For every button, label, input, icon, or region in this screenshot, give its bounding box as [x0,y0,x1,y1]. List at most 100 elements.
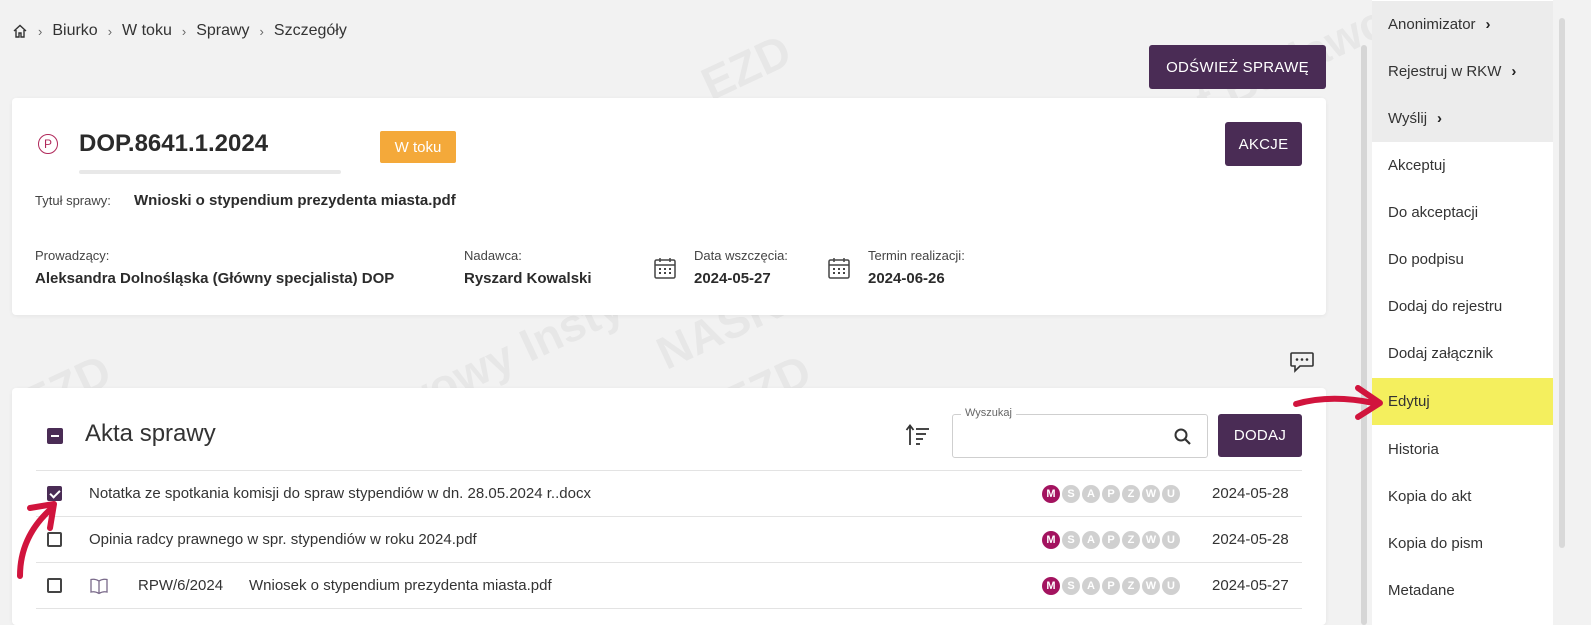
badge-w: W [1142,484,1160,503]
badge-s: S [1062,530,1080,549]
badge-a: A [1082,530,1100,549]
breadcrumb-item-w-toku[interactable]: W toku [122,22,172,40]
acts-title: Akta sprawy [85,420,216,447]
case-number-underline [79,170,341,174]
badge-w: W [1142,530,1160,549]
search-legend: Wyszukaj [961,407,1016,419]
search-input[interactable] [963,425,1163,449]
badge-p: P [1102,576,1120,595]
document-date: 2024-05-27 [1212,577,1289,594]
breadcrumb-item-sprawy[interactable]: Sprawy [196,22,249,40]
menu-item-do-akceptacji[interactable]: Do akceptacji [1372,189,1553,236]
table-row[interactable]: Opinia radcy prawnego w spr. stypendiów … [36,516,1302,562]
row-checkbox[interactable] [47,578,62,593]
menu-item-label: Anonimizator [1388,16,1476,33]
sender-label: Nadawca: [464,248,522,263]
start-date-value: 2024-05-27 [694,270,771,287]
menu-item-label: Rejestruj w RKW [1388,63,1502,80]
table-row[interactable]: RPW/6/2024 Wniosek o stypendium prezyden… [36,562,1302,608]
menu-item-label: Wyślij [1388,110,1428,127]
menu-item-dodaj-do-rejestru[interactable]: Dodaj do rejestru [1372,283,1553,330]
document-name[interactable]: Opinia radcy prawnego w spr. stypendiów … [89,531,477,548]
chevron-right-icon: › [1485,16,1491,33]
menu-item-label: Historia [1388,441,1439,458]
status-badge: W toku [380,131,456,163]
sort-icon[interactable] [905,422,931,448]
menu-item-historia[interactable]: Historia [1372,426,1553,473]
chevron-right-icon: › [1437,110,1443,127]
badge-a: A [1082,576,1100,595]
deadline-value: 2024-06-26 [868,270,945,287]
document-name[interactable]: Wniosek o stypendium prezydenta miasta.p… [249,577,552,594]
menu-item-label: Kopia do akt [1388,488,1472,505]
badge-u: U [1162,576,1180,595]
row-checkbox[interactable] [47,532,62,547]
search-icon[interactable] [1173,427,1193,447]
chevron-right-icon: › [259,23,264,39]
menu-item-label: Edytuj [1388,393,1430,410]
menu-item-anonimizator[interactable]: Anonimizator › [1372,1,1553,48]
badge-u: U [1162,530,1180,549]
collapse-toggle[interactable] [47,428,63,444]
menu-item-label: Dodaj załącznik [1388,345,1494,362]
document-name[interactable]: Notatka ze spotkania komisji do spraw st… [89,485,591,502]
menu-item-do-podpisu[interactable]: Do podpisu [1372,236,1553,283]
menu-item-metadane[interactable]: Metadane [1372,567,1553,614]
menu-item-edytuj[interactable]: Edytuj [1372,378,1553,425]
badge-s: S [1062,576,1080,595]
menu-scrollbar[interactable] [1559,18,1565,548]
document-status-badges: M S A P Z W U [1042,484,1180,503]
case-title-value: Wnioski o stypendium prezydenta miasta.p… [134,192,456,209]
deadline-label: Termin realizacji: [868,248,965,263]
calendar-icon [828,258,850,279]
refresh-case-button[interactable]: ODŚWIEŻ SPRAWĘ [1149,45,1326,89]
comment-icon[interactable] [1289,350,1315,374]
case-number: DOP.8641.1.2024 [79,130,269,157]
document-date: 2024-05-28 [1212,485,1289,502]
menu-item-label: Do podpisu [1388,251,1464,268]
badge-p: P [1102,484,1120,503]
badge-s: S [1062,484,1080,503]
start-date-label: Data wszczęcia: [694,248,788,263]
badge-z: Z [1122,576,1140,595]
document-reference: RPW/6/2024 [138,577,224,594]
badge-a: A [1082,484,1100,503]
menu-item-rejestruj-w-rkw[interactable]: Rejestruj w RKW › [1372,48,1553,95]
sender-value: Ryszard Kowalski [464,270,592,287]
menu-item-label: Kopia do pism [1388,535,1484,552]
breadcrumb: › Biurko › W toku › Sprawy › Szczegóły [12,20,347,42]
breadcrumb-item-biurko[interactable]: Biurko [52,22,97,40]
case-type-icon: P [38,134,58,154]
menu-item-wyslij[interactable]: Wyślij › [1372,95,1553,142]
row-checkbox[interactable] [47,486,62,501]
search-box: Wyszukaj [952,407,1208,458]
menu-item-label: Metadane [1388,582,1455,599]
menu-item-label: Dodaj do rejestru [1388,298,1503,315]
lead-value: Aleksandra Dolnośląska (Główny specjalis… [35,270,395,287]
menu-item-kopia-do-akt[interactable]: Kopia do akt [1372,473,1553,520]
badge-m: M [1042,530,1060,549]
document-status-badges: M S A P Z W U [1042,576,1180,595]
calendar-icon [654,258,676,279]
badge-z: Z [1122,530,1140,549]
badge-z: Z [1122,484,1140,503]
acts-card: Akta sprawy Wyszukaj DODAJ Notatka ze sp… [12,388,1326,625]
menu-item-dodaj-zalacznik[interactable]: Dodaj załącznik [1372,330,1553,377]
side-actions-menu: Anonimizator › Rejestruj w RKW › Wyślij … [1372,0,1553,625]
page-scrollbar[interactable] [1361,45,1367,625]
badge-m: M [1042,484,1060,503]
badge-p: P [1102,530,1120,549]
case-card: P DOP.8641.1.2024 W toku AKCJE Tytuł spr… [12,98,1326,315]
home-icon[interactable] [12,23,28,39]
actions-button[interactable]: AKCJE [1225,122,1302,166]
menu-item-label: Do akceptacji [1388,204,1479,221]
menu-item-akceptuj[interactable]: Akceptuj [1372,142,1553,189]
menu-item-kopia-do-pism[interactable]: Kopia do pism [1372,520,1553,567]
badge-m: M [1042,576,1060,595]
document-date: 2024-05-28 [1212,531,1289,548]
badge-w: W [1142,576,1160,595]
menu-item-label: Akceptuj [1388,157,1446,174]
table-row[interactable]: Notatka ze spotkania komisji do spraw st… [36,470,1302,516]
breadcrumb-item-szczegoly: Szczegóły [273,22,347,39]
add-button[interactable]: DODAJ [1218,414,1302,457]
